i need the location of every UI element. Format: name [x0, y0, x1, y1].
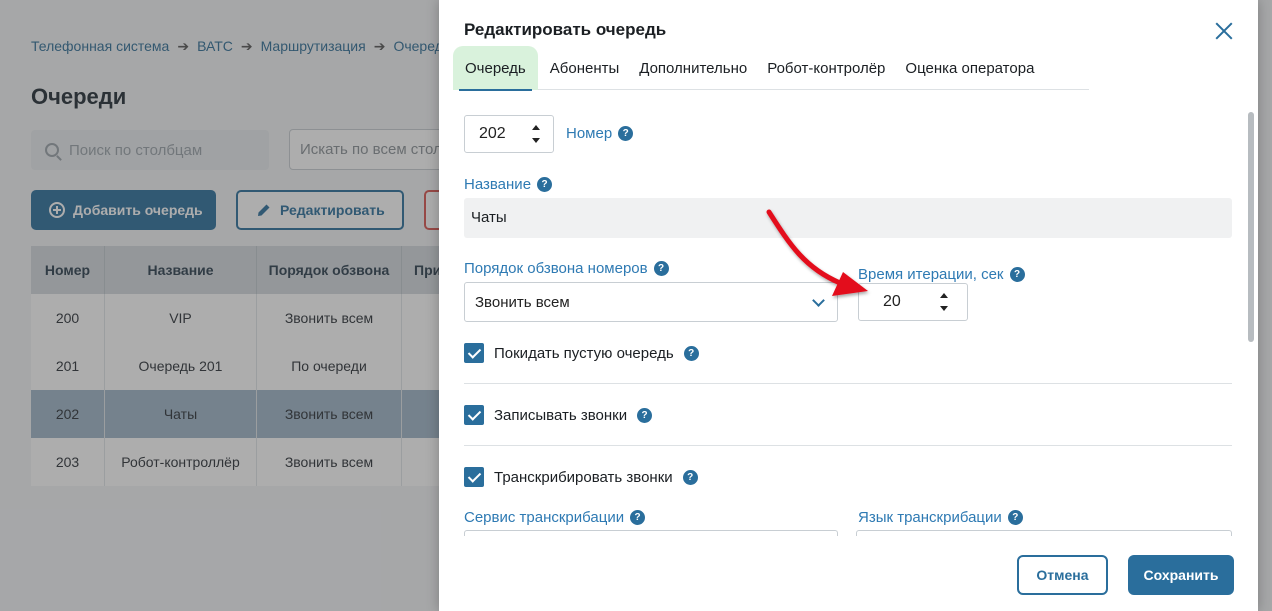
checkbox-checked-icon[interactable]	[464, 467, 484, 487]
checkbox-checked-icon[interactable]	[464, 343, 484, 363]
checkbox-label: Покидать пустую очередь	[494, 344, 674, 362]
help-icon[interactable]: ?	[683, 345, 699, 361]
tab-subscribers[interactable]: Абоненты	[540, 46, 630, 90]
transcription-service-text: Сервис транскрибации	[464, 509, 625, 526]
order-label: Порядок обзвона номеров ?	[464, 260, 669, 277]
record-calls-checkbox[interactable]: Записывать звонки ?	[464, 405, 653, 425]
queue-number-stepper[interactable]: 202	[464, 115, 554, 153]
help-icon[interactable]: ?	[682, 469, 698, 485]
tab-additional[interactable]: Дополнительно	[629, 46, 757, 90]
modal-scrollbar[interactable]	[1248, 112, 1254, 342]
chevron-down-icon	[812, 294, 825, 307]
tab-robot-controller[interactable]: Робот-контролёр	[757, 46, 895, 90]
queue-name-input[interactable]: Чаты	[464, 198, 1232, 238]
spinner-arrows-icon[interactable]	[939, 291, 949, 313]
transcription-language-text: Язык транскрибации	[858, 509, 1002, 526]
help-icon[interactable]: ?	[618, 126, 634, 141]
name-label-text: Название	[464, 176, 532, 193]
help-icon[interactable]: ?	[1009, 267, 1025, 282]
close-icon[interactable]	[1213, 20, 1235, 42]
number-label-text: Номер	[566, 125, 613, 142]
help-icon[interactable]: ?	[653, 261, 669, 276]
help-icon[interactable]: ?	[630, 510, 646, 525]
help-icon[interactable]: ?	[637, 407, 653, 423]
order-label-text: Порядок обзвона номеров	[464, 260, 648, 277]
iteration-time-value: 20	[883, 293, 901, 310]
cancel-button[interactable]: Отмена	[1017, 555, 1108, 595]
iteration-label: Время итерации, сек ?	[858, 266, 1025, 283]
checkbox-label: Записывать звонки	[494, 406, 628, 424]
leave-empty-queue-checkbox[interactable]: Покидать пустую очередь ?	[464, 343, 699, 363]
tab-queue[interactable]: Очередь	[453, 46, 538, 91]
number-label: Номер ?	[566, 125, 634, 142]
edit-queue-modal: Редактировать очередь Очередь Абоненты Д…	[439, 0, 1258, 611]
transcription-service-select[interactable]	[464, 530, 838, 536]
transcription-language-label: Язык транскрибации ?	[858, 509, 1023, 526]
dial-order-select[interactable]: Звонить всем	[464, 282, 838, 322]
help-icon[interactable]: ?	[537, 177, 553, 192]
modal-title: Редактировать очередь	[464, 20, 667, 39]
divider	[464, 445, 1232, 446]
save-button[interactable]: Сохранить	[1128, 555, 1234, 595]
transcription-language-select[interactable]	[856, 530, 1232, 536]
checkbox-checked-icon[interactable]	[464, 405, 484, 425]
iteration-time-stepper[interactable]: 20	[858, 283, 968, 321]
iteration-label-text: Время итерации, сек	[858, 266, 1004, 283]
spinner-arrows-icon[interactable]	[531, 123, 541, 145]
transcribe-calls-checkbox[interactable]: Транскрибировать звонки ?	[464, 467, 698, 487]
tab-operator-rating[interactable]: Оценка оператора	[895, 46, 1044, 90]
queue-number-value: 202	[479, 125, 506, 142]
dial-order-value: Звонить всем	[475, 294, 570, 311]
modal-tabs: Очередь Абоненты Дополнительно Робот-кон…	[453, 46, 1089, 91]
name-label: Название ?	[464, 176, 553, 193]
checkbox-label: Транскрибировать звонки	[494, 468, 673, 486]
divider	[464, 383, 1232, 384]
help-icon[interactable]: ?	[1007, 510, 1023, 525]
transcription-service-label: Сервис транскрибации ?	[464, 509, 646, 526]
